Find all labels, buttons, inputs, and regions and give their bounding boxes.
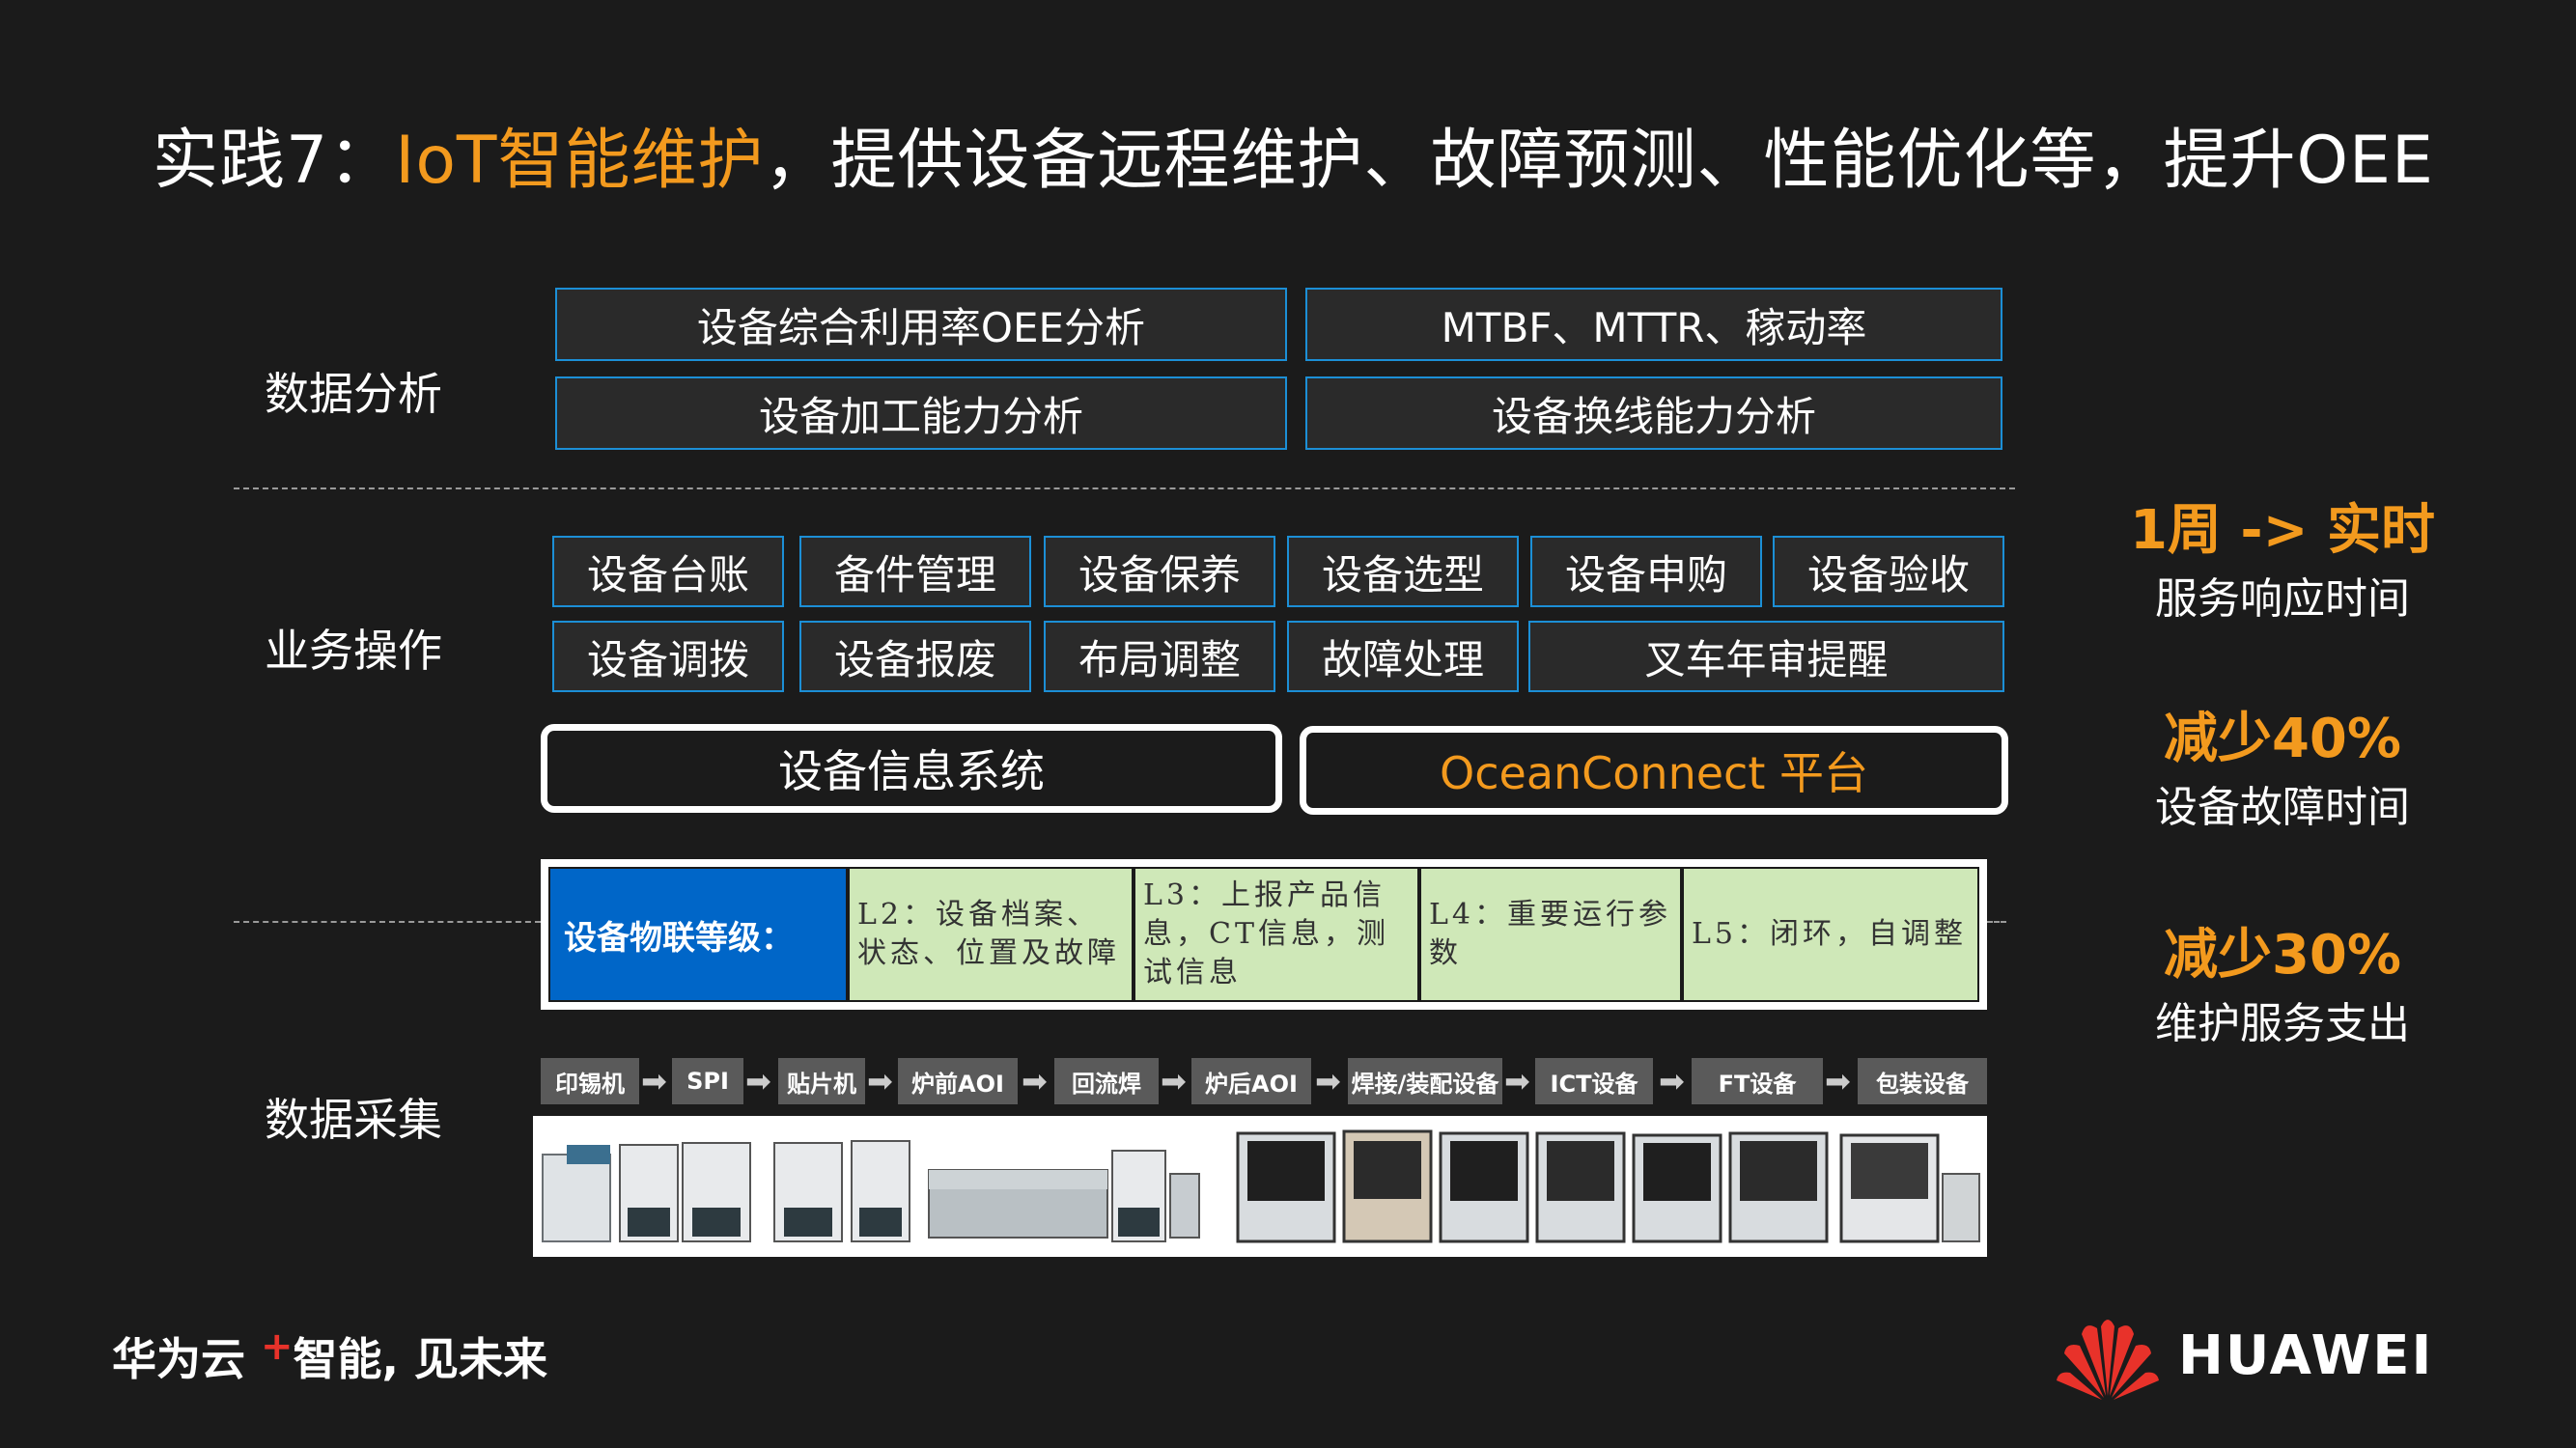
iot-level-l4: L4：重要运行参数 <box>1419 867 1682 1002</box>
huawei-logo-icon <box>2053 1307 2163 1404</box>
section-label-data-analysis: 数据分析 <box>265 368 442 420</box>
oceanconnect-platform: OceanConnect 平台 <box>1300 726 2008 815</box>
ops-scrap: 设备报废 <box>799 621 1031 692</box>
metric-fault-label: 设备故障时间 <box>2155 783 2410 832</box>
plus-icon: + <box>261 1324 294 1369</box>
metric-response-label: 服务响应时间 <box>2155 574 2410 624</box>
page-title: 实践7：IoT智能维护，提供设备远程维护、故障预测、性能优化等，提升OEE <box>153 106 2434 202</box>
process-step: 包装设备 <box>1858 1058 1987 1104</box>
metric-cost-value: 减少30% <box>2163 924 2402 987</box>
analysis-mtbf: MTBF、MTTR、稼动率 <box>1305 288 2002 361</box>
iot-level-header: 设备物联等级： <box>548 867 848 1002</box>
arrow-right-icon: ➡ <box>745 1063 771 1100</box>
arrow-right-icon: ➡ <box>1659 1063 1685 1100</box>
title-suffix: ，提供设备远程维护、故障预测、性能优化等，提升OEE <box>764 123 2434 199</box>
ops-spare-parts: 备件管理 <box>799 536 1031 607</box>
process-step: 回流焊 <box>1054 1058 1159 1104</box>
separator-mid-left <box>234 921 541 923</box>
title-prefix: 实践7： <box>153 123 396 199</box>
footer-tagline: 智能, 见未来 <box>293 1333 548 1385</box>
arrow-right-icon: ➡ <box>1315 1063 1341 1100</box>
separator-top <box>234 487 2015 489</box>
iot-level-table: 设备物联等级： L2：设备档案、状态、位置及故障 L3：上报产品信息，CT信息，… <box>541 859 1987 1010</box>
ops-acceptance: 设备验收 <box>1773 536 2004 607</box>
process-step: SPI <box>672 1058 743 1104</box>
arrow-right-icon: ➡ <box>1825 1063 1851 1100</box>
arrow-right-icon: ➡ <box>1022 1063 1048 1100</box>
process-step: FT设备 <box>1692 1058 1823 1104</box>
arrow-right-icon: ➡ <box>1161 1063 1187 1100</box>
iot-level-l2: L2：设备档案、状态、位置及故障 <box>848 867 1134 1002</box>
footer-slogan: 华为云 +智能, 见未来 <box>112 1324 547 1388</box>
metric-cost-label: 维护服务支出 <box>2155 999 2410 1048</box>
production-line-image <box>533 1116 1987 1257</box>
process-step: 贴片机 <box>778 1058 865 1104</box>
iot-level-l3: L3：上报产品信息，CT信息，测试信息 <box>1134 867 1419 1002</box>
process-step: ICT设备 <box>1535 1058 1653 1104</box>
ops-maintenance: 设备保养 <box>1044 536 1275 607</box>
ops-fault: 故障处理 <box>1287 621 1519 692</box>
ops-forklift: 叉车年审提醒 <box>1528 621 2004 692</box>
analysis-capability: 设备加工能力分析 <box>555 376 1287 450</box>
analysis-oee: 设备综合利用率OEE分析 <box>555 288 1287 361</box>
ops-purchase: 设备申购 <box>1530 536 1762 607</box>
separator-mid-right <box>1987 921 2006 923</box>
section-label-data-collection: 数据采集 <box>265 1094 442 1146</box>
ops-transfer: 设备调拨 <box>552 621 784 692</box>
process-step: 炉后AOI <box>1191 1058 1311 1104</box>
ops-layout: 布局调整 <box>1044 621 1275 692</box>
arrow-right-icon: ➡ <box>641 1063 667 1100</box>
process-step: 炉前AOI <box>898 1058 1018 1104</box>
iot-level-l5: L5：闭环，自调整 <box>1682 867 1979 1002</box>
analysis-changeover: 设备换线能力分析 <box>1305 376 2002 450</box>
process-step: 印锡机 <box>541 1058 639 1104</box>
ops-ledger: 设备台账 <box>552 536 784 607</box>
process-step: 焊接/装配设备 <box>1348 1058 1502 1104</box>
huawei-wordmark: HUAWEI <box>2178 1324 2434 1387</box>
production-line-illustration <box>533 1116 1987 1257</box>
title-highlight: IoT智能维护 <box>395 123 765 199</box>
metric-response-value: 1周 -> 实时 <box>2129 499 2436 562</box>
footer-brand: 华为云 <box>112 1333 245 1385</box>
arrow-right-icon: ➡ <box>867 1063 893 1100</box>
section-label-business-ops: 业务操作 <box>265 625 442 677</box>
equipment-info-system: 设备信息系统 <box>541 724 1282 813</box>
arrow-right-icon: ➡ <box>1504 1063 1530 1100</box>
ops-selection: 设备选型 <box>1287 536 1519 607</box>
metric-fault-value: 减少40% <box>2163 708 2402 770</box>
